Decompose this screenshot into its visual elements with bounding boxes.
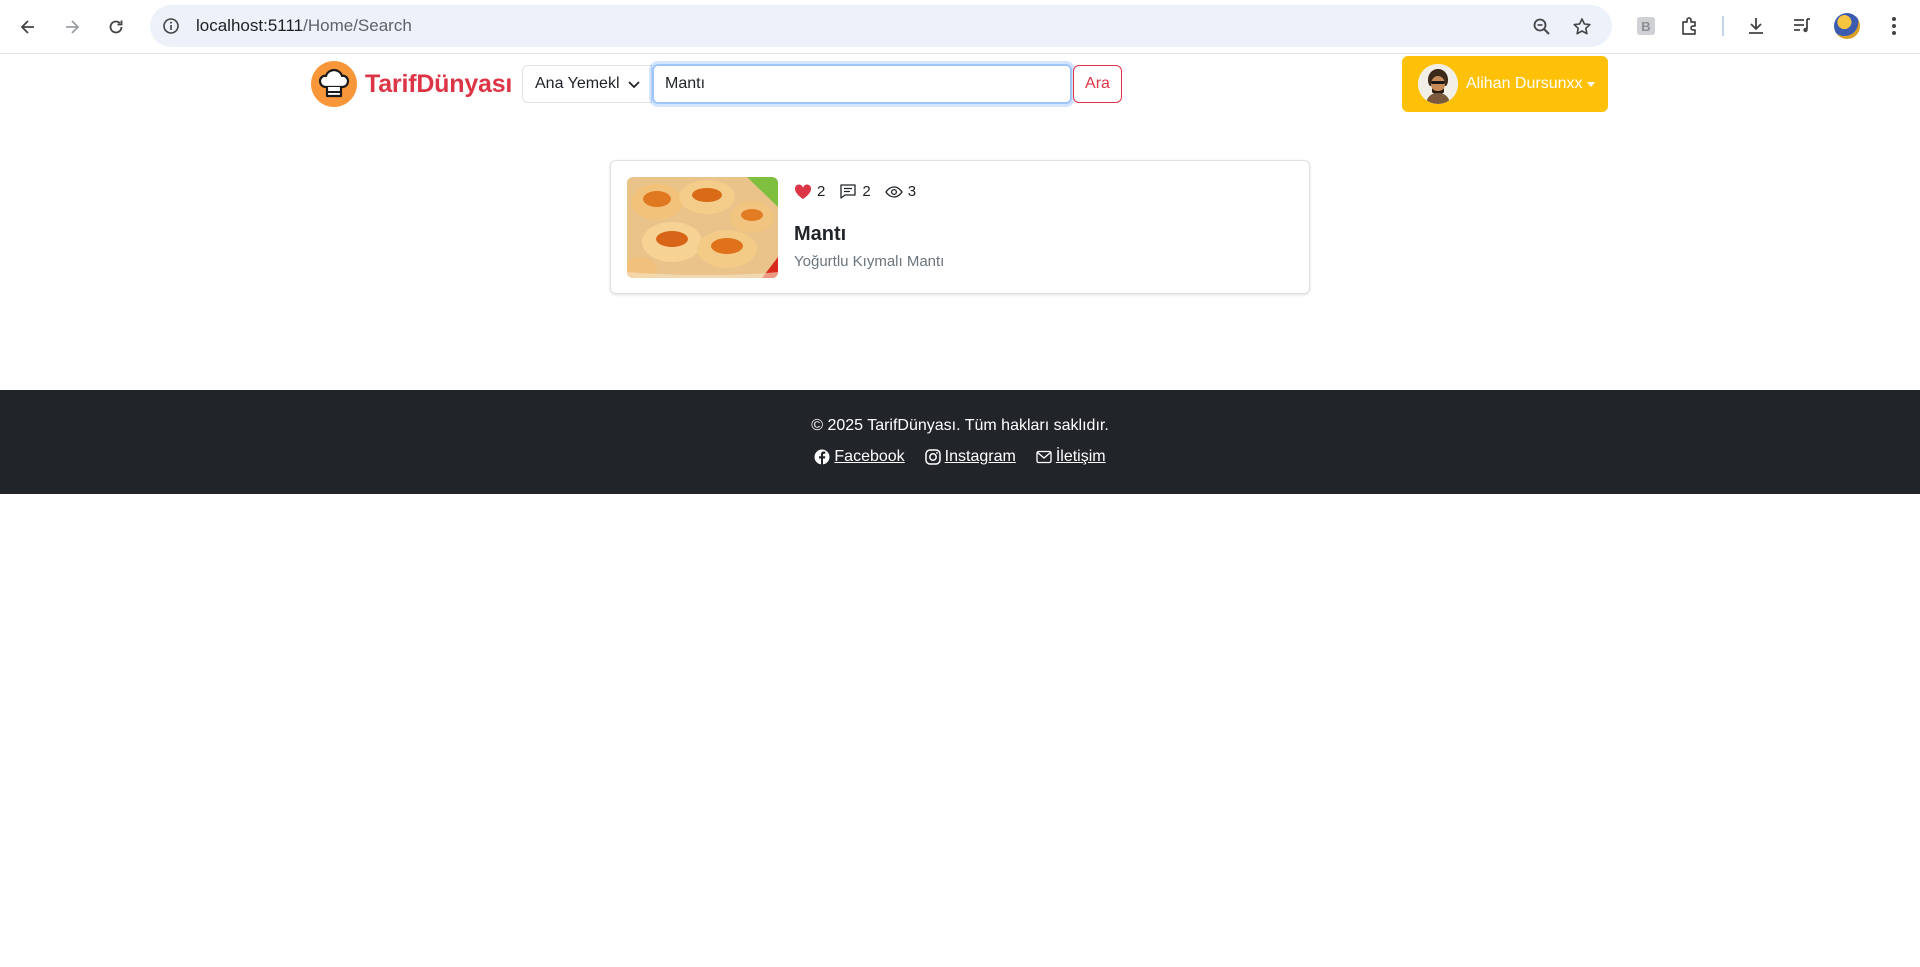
envelope-icon <box>1036 450 1052 464</box>
download-icon[interactable] <box>1742 12 1770 40</box>
menu-dots-icon[interactable] <box>1880 12 1908 40</box>
forward-icon[interactable] <box>56 11 88 43</box>
chef-hat-icon <box>311 61 357 107</box>
contact-link[interactable]: İletişim <box>1036 448 1106 466</box>
user-name: Alihan Dursunxx <box>1466 75 1583 92</box>
copyright-text: © 2025 TarifDünyası. Tüm hakları saklıdı… <box>811 417 1109 434</box>
caret-down-icon <box>1586 81 1595 87</box>
comment-count: 2 <box>862 183 871 200</box>
extension-b-icon[interactable]: B <box>1632 12 1660 40</box>
url-text: localhost:5111/Home/Search <box>196 16 412 35</box>
browser-toolbar: localhost:5111/Home/Search B <box>0 0 1920 54</box>
reload-icon[interactable] <box>100 11 132 43</box>
svg-text:B: B <box>1641 19 1650 34</box>
address-bar[interactable]: localhost:5111/Home/Search <box>150 5 1612 47</box>
view-stat: 3 <box>884 183 917 200</box>
heart-icon <box>794 183 812 199</box>
footer-links: Facebook Instagram İletişim <box>0 448 1920 466</box>
instagram-link[interactable]: Instagram <box>924 448 1016 466</box>
brand-name: TarifDünyası <box>365 69 513 98</box>
recipe-title[interactable]: Mantı <box>794 223 846 246</box>
toolbar-divider <box>1722 16 1724 36</box>
category-select[interactable]: Ana Yemekl <box>522 65 652 103</box>
like-stat[interactable]: 2 <box>794 183 825 200</box>
recipe-description: Yoğurtlu Kıymalı Mantı <box>794 253 945 270</box>
comment-icon <box>840 183 856 199</box>
facebook-link[interactable]: Facebook <box>814 448 905 466</box>
recipe-card[interactable]: 2 2 3 Mantı Yoğurtlu Kıymalı Mantı <box>610 160 1310 294</box>
site-header: TarifDünyası Ana Yemekl Ara Alihan Dursu… <box>0 55 1920 115</box>
zoom-icon[interactable] <box>1530 15 1554 39</box>
instagram-icon <box>924 449 941 465</box>
facebook-icon <box>814 449 830 465</box>
back-icon[interactable] <box>12 11 44 43</box>
site-info-icon[interactable] <box>160 15 182 37</box>
site-footer: © 2025 TarifDünyası. Tüm hakları saklıdı… <box>0 390 1920 494</box>
recipe-image[interactable] <box>627 177 778 278</box>
search-input[interactable] <box>652 64 1072 104</box>
like-count: 2 <box>817 183 826 200</box>
instagram-label: Instagram <box>944 448 1016 465</box>
brand-link[interactable]: TarifDünyası <box>311 61 512 107</box>
user-avatar <box>1418 64 1458 104</box>
user-menu-button[interactable]: Alihan Dursunxx <box>1402 56 1608 112</box>
profile-avatar[interactable] <box>1834 13 1860 39</box>
bookmark-star-icon[interactable] <box>1570 15 1594 39</box>
eye-icon <box>884 185 903 198</box>
extensions-puzzle-icon[interactable] <box>1676 12 1704 40</box>
comment-stat: 2 <box>839 183 871 200</box>
facebook-label: Facebook <box>834 448 905 465</box>
chevron-down-icon <box>627 77 641 96</box>
search-button[interactable]: Ara <box>1073 65 1122 103</box>
view-count: 3 <box>907 183 917 200</box>
contact-label: İletişim <box>1055 448 1106 465</box>
category-selected-value: Ana Yemekl <box>535 75 620 92</box>
recipe-stats: 2 2 3 <box>794 183 930 200</box>
media-icon[interactable] <box>1788 12 1816 40</box>
